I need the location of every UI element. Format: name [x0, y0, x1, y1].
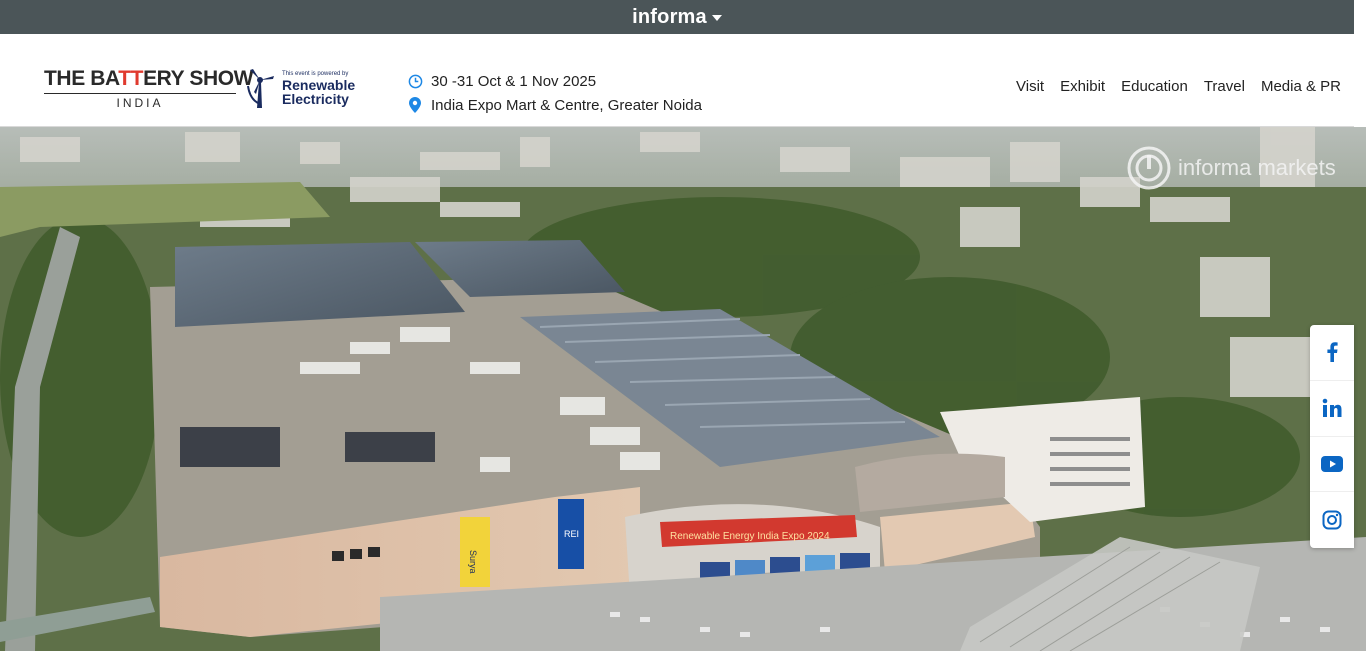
scrollbar-gutter [1354, 0, 1366, 127]
renewable-electricity-text: This event is powered by Renewable Elect… [282, 70, 356, 107]
informa-brand-dropdown[interactable]: informa [632, 6, 722, 29]
logo-divider [44, 93, 236, 94]
hero-venue-aerial-image: Renewable Energy India Expo 2024 Surya R… [0, 127, 1366, 651]
battery-show-logo[interactable]: THE BATTERY SHOW INDIA [44, 67, 254, 110]
informa-markets-watermark: informa markets [1126, 145, 1336, 191]
main-nav: Visit Exhibit Education Travel Media & P… [1016, 78, 1341, 95]
informa-brand-label: informa [632, 5, 707, 28]
nav-travel[interactable]: Travel [1204, 78, 1245, 95]
vertical-banner-2: REI [564, 529, 579, 539]
event-venue: India Expo Mart & Centre, Greater Noida [431, 96, 702, 114]
nav-media-pr[interactable]: Media & PR [1261, 78, 1341, 95]
facebook-icon [1327, 342, 1338, 363]
social-sidebar [1310, 325, 1354, 548]
venue-banner-text: Renewable Energy India Expo 2024 [670, 531, 830, 542]
youtube-link[interactable] [1310, 437, 1354, 493]
nav-exhibit[interactable]: Exhibit [1060, 78, 1105, 95]
logo-title: THE BATTERY SHOW [44, 67, 254, 90]
event-date-row: 30 -31 Oct & 1 Nov 2025 [407, 69, 702, 93]
instagram-link[interactable] [1310, 492, 1354, 548]
event-date: 30 -31 Oct & 1 Nov 2025 [431, 72, 597, 90]
linkedin-link[interactable] [1310, 381, 1354, 437]
informa-markets-text: informa markets [1178, 155, 1336, 180]
venue-aerial-illustration: Renewable Energy India Expo 2024 Surya R… [0, 127, 1366, 651]
logo-subtitle: INDIA [116, 96, 164, 110]
renewable-electricity-logo[interactable]: This event is powered by Renewable Elect… [246, 66, 355, 110]
location-pin-icon [407, 97, 423, 113]
clock-icon [407, 73, 423, 89]
informa-markets-logo-icon [1127, 146, 1171, 190]
site-header: THE BATTERY SHOW INDIA This event is pow… [0, 34, 1354, 127]
nav-education[interactable]: Education [1121, 78, 1188, 95]
youtube-icon [1321, 455, 1343, 472]
nav-visit[interactable]: Visit [1016, 78, 1044, 95]
linkedin-icon [1322, 398, 1342, 418]
informa-top-bar: informa [0, 0, 1354, 34]
instagram-icon [1322, 510, 1342, 530]
event-info: 30 -31 Oct & 1 Nov 2025 India Expo Mart … [407, 69, 702, 117]
facebook-link[interactable] [1310, 325, 1354, 381]
chevron-down-icon [711, 15, 722, 21]
event-venue-row: India Expo Mart & Centre, Greater Noida [407, 93, 702, 117]
wind-turbine-icon [247, 69, 274, 108]
vertical-banner-1: Surya [468, 550, 478, 574]
